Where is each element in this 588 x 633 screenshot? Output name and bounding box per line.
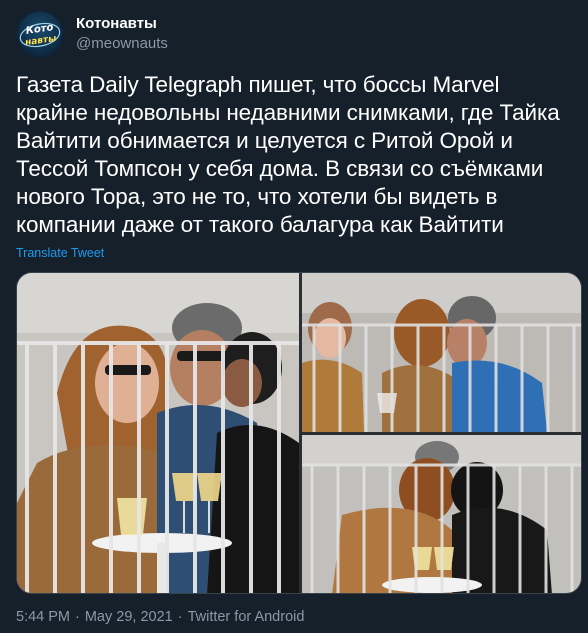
display-name[interactable]: Котонавты bbox=[76, 14, 168, 34]
tweet-header: Кото навты Котонавты @meownauts bbox=[16, 10, 168, 58]
separator-dot: · bbox=[75, 609, 80, 625]
avatar[interactable]: Кото навты bbox=[16, 10, 64, 58]
photo-bottom-right[interactable] bbox=[302, 435, 581, 593]
photo-main-image bbox=[17, 273, 299, 593]
tweet-footer: 5:44 PM · May 29, 2021 · Twitter for And… bbox=[16, 609, 304, 625]
photo-top-right-image bbox=[302, 273, 581, 432]
tweet-text-line: крайне недовольны недавними снимками, гд… bbox=[16, 100, 560, 125]
user-handle[interactable]: @meownauts bbox=[76, 34, 168, 54]
tweet-source[interactable]: Twitter for Android bbox=[188, 609, 305, 625]
tweet-text: Газета Daily Telegraph пишет, что боссы … bbox=[16, 71, 582, 239]
tweet-card: Кото навты Котонавты @meownauts Газета D… bbox=[0, 0, 588, 633]
tweet-text-line: Газета Daily Telegraph пишет, что боссы … bbox=[16, 72, 500, 97]
tweet-text-line: Вайтити обнимается и целуется с Ритой Ор… bbox=[16, 128, 513, 153]
translate-tweet-link[interactable]: Translate Tweet bbox=[16, 246, 104, 260]
tweet-text-line: Тессой Томпсон у себя дома. В связи со с… bbox=[16, 156, 544, 181]
photo-bottom-right-image bbox=[302, 435, 581, 593]
tweet-text-line: компании даже от такого балагура как Вай… bbox=[16, 212, 504, 237]
separator-dot: · bbox=[177, 609, 183, 625]
author-names: Котонавты @meownauts bbox=[76, 14, 168, 54]
photo-main[interactable] bbox=[17, 273, 299, 593]
avatar-logo-icon: Кото навты bbox=[19, 22, 61, 48]
tweet-time[interactable]: 5:44 PM bbox=[16, 609, 70, 625]
tweet-text-line: нового Тора, это не то, что хотели бы ви… bbox=[16, 184, 498, 209]
photo-top-right[interactable] bbox=[302, 273, 581, 432]
tweet-date[interactable]: May 29, 2021 bbox=[85, 609, 173, 625]
media-grid bbox=[16, 272, 582, 594]
